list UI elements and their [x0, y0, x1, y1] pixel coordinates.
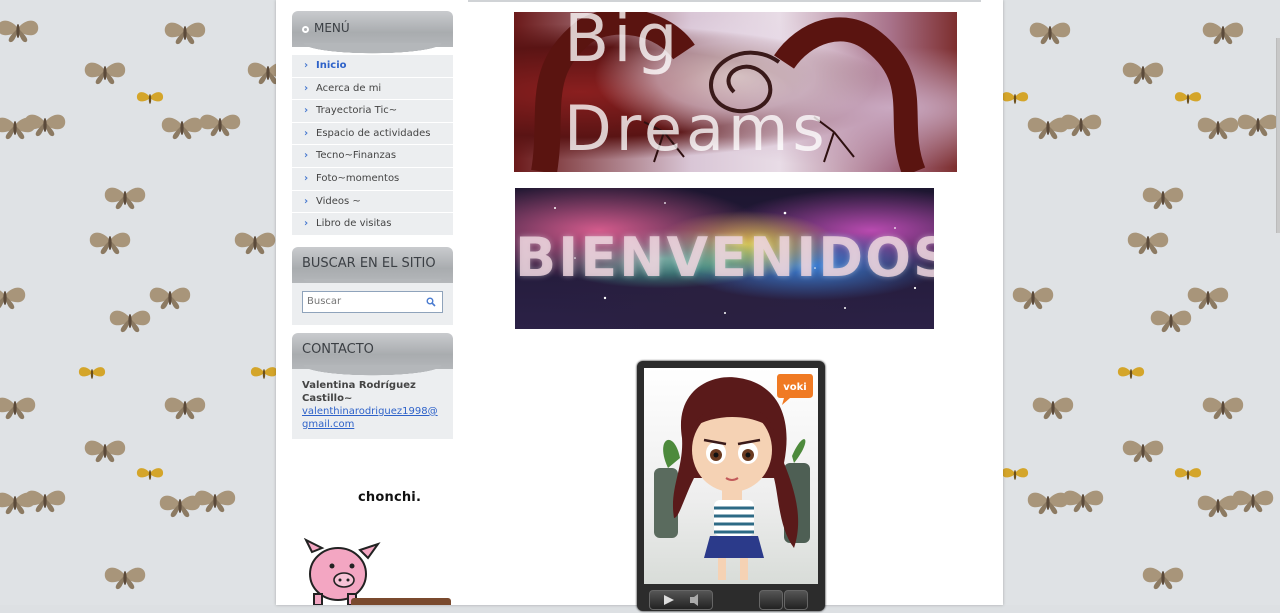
search-box — [292, 282, 453, 325]
widget-ground — [351, 598, 451, 605]
play-icon[interactable] — [650, 591, 712, 609]
background-right — [1003, 0, 1280, 605]
voki-option-button-1[interactable] — [759, 590, 783, 610]
banner-big-dreams: Big Dreams — [514, 12, 957, 172]
contact-name: Valentina Rodríguez Castillo~ — [302, 379, 416, 404]
menu-item-trayectoria-tic[interactable]: Trayectoria Tic~ — [292, 100, 453, 123]
welcome-text: BIENVENIDOS — [515, 226, 934, 289]
contact-email-link[interactable]: valenthinarodriguez1998@gmail.com — [302, 405, 443, 431]
sidebar: MENÚ Inicio Acerca de mi Trayectoria Tic… — [292, 0, 453, 439]
contact-header: CONTACTO — [292, 332, 453, 377]
banner-title-line1: Big — [564, 12, 682, 77]
search-icon[interactable] — [426, 297, 436, 307]
search-title: BUSCAR EN EL SITIO — [302, 255, 436, 271]
voki-play-control[interactable] — [649, 590, 713, 610]
banner-bienvenidos: BIENVENIDOS — [515, 188, 934, 329]
banner-title-line2: Dreams — [564, 92, 829, 165]
pig-widget — [303, 538, 381, 605]
moth-pattern-left — [0, 20, 276, 590]
contact-box: Valentina Rodríguez Castillo~ valenthina… — [292, 368, 453, 439]
voki-player[interactable]: voki — [637, 361, 825, 611]
voki-logo-icon: voki — [777, 374, 813, 405]
menu-list: Inicio Acerca de mi Trayectoria Tic~ Esp… — [292, 55, 453, 236]
contact-title: CONTACTO — [302, 341, 374, 357]
moth-pattern-right — [1003, 22, 1279, 590]
voki-badge-text: voki — [783, 382, 806, 393]
background-left — [0, 0, 276, 605]
page-container: MENÚ Inicio Acerca de mi Trayectoria Tic… — [276, 0, 1003, 611]
voki-screen: voki — [644, 368, 818, 584]
menu-title: MENÚ — [314, 21, 350, 35]
menu-item-videos[interactable]: Videos ~ — [292, 191, 453, 214]
menu-bullet-icon — [302, 26, 309, 33]
menu-item-tecno-finanzas[interactable]: Tecno~Finanzas — [292, 145, 453, 168]
search-header: BUSCAR EN EL SITIO — [292, 246, 453, 291]
search-input[interactable] — [302, 290, 443, 313]
menu-header: MENÚ — [292, 11, 453, 55]
menu-item-acerca-de-mi[interactable]: Acerca de mi — [292, 78, 453, 101]
menu-item-foto-momentos[interactable]: Foto~momentos — [292, 168, 453, 191]
top-divider — [468, 0, 981, 2]
page-scrollbar[interactable] — [1276, 38, 1280, 233]
menu-item-espacio-de-actividades[interactable]: Espacio de actividades — [292, 123, 453, 146]
voki-option-button-2[interactable] — [784, 590, 808, 610]
widget-caption: chonchi. — [358, 490, 422, 505]
menu-item-libro-de-visitas[interactable]: Libro de visitas — [292, 213, 453, 236]
menu-item-inicio[interactable]: Inicio — [292, 55, 453, 78]
